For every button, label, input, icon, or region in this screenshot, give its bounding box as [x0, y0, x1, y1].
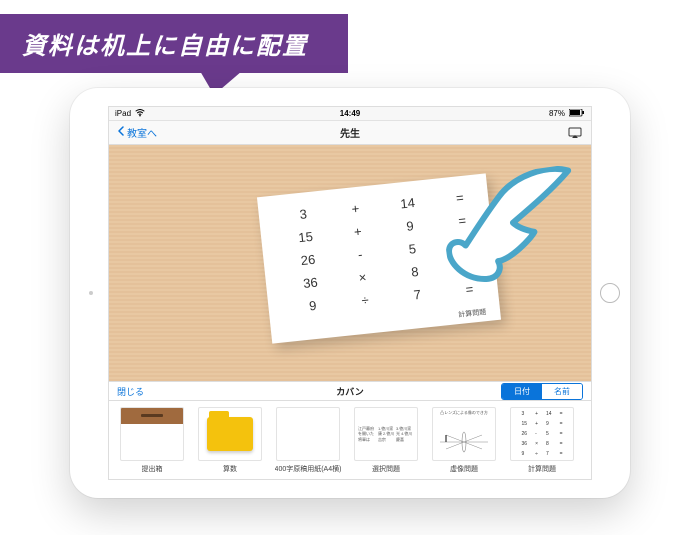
- grid-paper-icon: [276, 407, 340, 461]
- drawer-icon: [120, 407, 184, 461]
- shelf-item-label: 400字原稿用紙(A4横): [275, 464, 342, 474]
- airplay-icon: [568, 127, 582, 139]
- bag-toolbar: 閉じる カバン 日付 名前: [109, 381, 591, 401]
- back-button[interactable]: 教室へ: [117, 125, 157, 140]
- calc-doc-icon: 3+14= 15+9= 26-5= 36×8= 9÷7=: [510, 407, 574, 461]
- shelf-item-calc[interactable]: 3+14= 15+9= 26-5= 36×8= 9÷7= 計算問題: [507, 407, 577, 475]
- segment-name[interactable]: 名前: [542, 384, 582, 399]
- airplay-button[interactable]: [567, 126, 583, 140]
- shelf-item-label: 算数: [223, 464, 237, 474]
- shelf-item-label: 虚像問題: [450, 464, 478, 474]
- chevron-left-icon: [117, 126, 125, 139]
- segment-date[interactable]: 日付: [502, 384, 542, 399]
- diagram-icon: 凸レンズによる像のでき方: [432, 407, 496, 461]
- nav-title: 先生: [109, 125, 591, 140]
- ipad-home-button[interactable]: [600, 283, 620, 303]
- ipad-frame: iPad 14:49 87% 教室へ 先生: [70, 88, 630, 498]
- status-bar: iPad 14:49 87%: [109, 107, 591, 121]
- close-bag-button[interactable]: 閉じる: [117, 385, 144, 398]
- shelf-item-manuscript[interactable]: 400字原稿用紙(A4横): [273, 407, 343, 475]
- battery-icon: [569, 109, 585, 119]
- clock: 14:49: [340, 109, 360, 118]
- shelf-item-label: 選択問題: [372, 464, 400, 474]
- text-doc-icon: 江戸幕府を開いた将軍は 1.徳川家康 2.徳川吉宗 3.徳川家光 4.徳川慶喜: [354, 407, 418, 461]
- folder-icon: [198, 407, 262, 461]
- desk-canvas[interactable]: 3+14= 15+9= 26-5= 36×8= 9÷7= 計算問題: [109, 145, 591, 381]
- shelf-item-quiz[interactable]: 江戸幕府を開いた将軍は 1.徳川家康 2.徳川吉宗 3.徳川家光 4.徳川慶喜 …: [351, 407, 421, 475]
- back-label: 教室へ: [127, 125, 157, 140]
- sort-segmented-control[interactable]: 日付 名前: [501, 383, 583, 400]
- battery-percent: 87%: [549, 109, 565, 119]
- worksheet-label: 計算問題: [458, 307, 487, 320]
- bag-shelf[interactable]: 提出箱 算数 400字原稿用紙(A4横) 江戸幕府を開いた将軍は 1.徳川家康 …: [109, 401, 591, 479]
- nav-bar: 教室へ 先生: [109, 121, 591, 145]
- shelf-item-submit-box[interactable]: 提出箱: [117, 407, 187, 475]
- shelf-item-label: 計算問題: [528, 464, 556, 474]
- carrier-label: iPad: [115, 109, 131, 119]
- promo-caption: 資料は机上に自由に配置: [0, 14, 348, 73]
- shelf-item-folder[interactable]: 算数: [195, 407, 265, 475]
- app-screen: iPad 14:49 87% 教室へ 先生: [108, 106, 592, 480]
- pointing-hand-icon: [437, 164, 587, 297]
- ipad-camera: [89, 291, 93, 295]
- shelf-item-label: 提出箱: [142, 464, 163, 474]
- wifi-icon: [135, 109, 145, 119]
- shelf-item-lens[interactable]: 凸レンズによる像のでき方 虚像問題: [429, 407, 499, 475]
